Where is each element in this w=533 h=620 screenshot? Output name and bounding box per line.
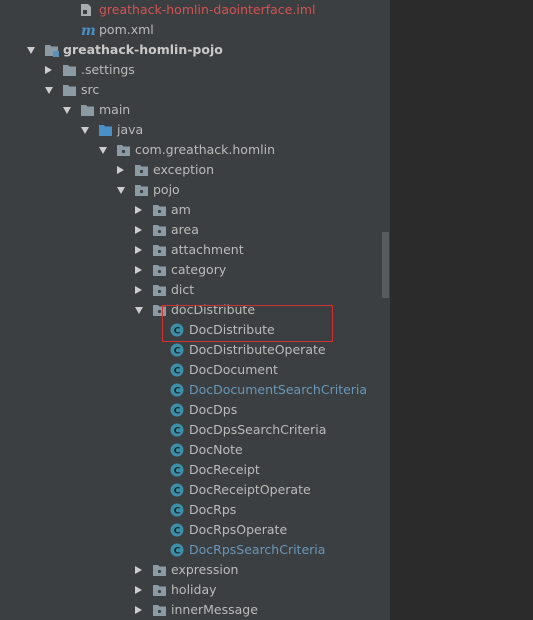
collapse-arrow-icon[interactable]: [135, 205, 142, 214]
tree-row-label: pojo: [153, 182, 180, 197]
svg-text:C: C: [174, 386, 181, 396]
editor-area: [390, 0, 533, 620]
ide-window: greathack-homlin-daointerface.iml m pom.xm…: [0, 0, 533, 620]
tree-row[interactable]: category: [0, 260, 380, 280]
svg-text:C: C: [174, 506, 181, 516]
tree-row-label: expression: [171, 562, 239, 577]
tree-row-label: greathack-homlin-pojo: [63, 42, 223, 57]
svg-text:C: C: [174, 486, 181, 496]
collapse-arrow-icon[interactable]: [135, 245, 142, 254]
tree-row-label: DocRpsOperate: [189, 522, 288, 537]
collapse-arrow-icon[interactable]: [45, 65, 52, 74]
tree-row[interactable]: src: [0, 80, 380, 100]
svg-text:C: C: [174, 546, 181, 556]
expand-arrow-icon[interactable]: [117, 187, 125, 194]
tree-row[interactable]: C DocDpsSearchCriteria: [0, 420, 380, 440]
expand-arrow-icon[interactable]: [45, 87, 53, 94]
expand-arrow-icon[interactable]: [81, 127, 89, 134]
svg-text:C: C: [174, 426, 181, 436]
svg-text:C: C: [174, 366, 181, 376]
tree-row[interactable]: m pom.xml: [0, 20, 380, 40]
svg-text:m: m: [81, 23, 96, 37]
tree-row[interactable]: .settings: [0, 60, 380, 80]
tree-row[interactable]: C DocDistributeOperate: [0, 340, 380, 360]
tree-row[interactable]: C DocReceipt: [0, 460, 380, 480]
tree-row[interactable]: exception: [0, 160, 380, 180]
tree-row-label: area: [171, 222, 199, 237]
tree-row[interactable]: attachment: [0, 240, 380, 260]
tree-row[interactable]: holiday: [0, 580, 380, 600]
tree-row-label: innerMessage: [171, 602, 258, 617]
tree-row[interactable]: am: [0, 200, 380, 220]
collapse-arrow-icon[interactable]: [135, 285, 142, 294]
collapse-arrow-icon[interactable]: [135, 605, 142, 614]
tree-row-label: .settings: [81, 62, 135, 77]
tree-row[interactable]: greathack-homlin-pojo: [0, 40, 380, 60]
tree-row[interactable]: C DocRpsOperate: [0, 520, 380, 540]
tree-row-label: java: [117, 122, 144, 137]
tree-row-label: DocRpsSearchCriteria: [189, 542, 326, 557]
tree-row-label: attachment: [171, 242, 244, 257]
tree-row[interactable]: C DocRps: [0, 500, 380, 520]
tree-row-label: DocRps: [189, 502, 237, 517]
tree-row[interactable]: java: [0, 120, 380, 140]
expand-arrow-icon[interactable]: [99, 147, 107, 154]
expand-arrow-icon[interactable]: [135, 307, 143, 314]
scrollbar-thumb[interactable]: [382, 232, 389, 298]
highlight-annotation: [162, 305, 333, 342]
tree-row-label: exception: [153, 162, 215, 177]
tree-row[interactable]: greathack-homlin-daointerface.iml: [0, 0, 380, 20]
tree-row-label: main: [99, 102, 131, 117]
tree-row[interactable]: pojo: [0, 180, 380, 200]
expand-arrow-icon[interactable]: [27, 47, 35, 54]
collapse-arrow-icon[interactable]: [117, 165, 124, 174]
svg-text:C: C: [174, 406, 181, 416]
tree-row[interactable]: area: [0, 220, 380, 240]
tree-row[interactable]: expression: [0, 560, 380, 580]
tree-row-label: DocReceipt: [189, 462, 260, 477]
tree-row[interactable]: com.greathack.homlin: [0, 140, 380, 160]
tree-row-label: DocDocumentSearchCriteria: [189, 382, 368, 397]
tree-row[interactable]: innerMessage: [0, 600, 380, 620]
collapse-arrow-icon[interactable]: [135, 265, 142, 274]
tree-row[interactable]: C DocDocument: [0, 360, 380, 380]
tree-row-label: src: [81, 82, 100, 97]
tree-row-label: DocDistributeOperate: [189, 342, 326, 357]
expand-arrow-icon[interactable]: [63, 107, 71, 114]
tree-row-label: com.greathack.homlin: [135, 142, 276, 157]
tree-row[interactable]: dict: [0, 280, 380, 300]
tree-row-label: dict: [171, 282, 195, 297]
tree-row-label: greathack-homlin-daointerface.iml: [99, 2, 316, 17]
tree-row-label: DocDps: [189, 402, 238, 417]
tree-row-label: holiday: [171, 582, 217, 597]
tree-row[interactable]: C DocNote: [0, 440, 380, 460]
tree-row-label: DocReceiptOperate: [189, 482, 311, 497]
tree-row-label: DocDpsSearchCriteria: [189, 422, 327, 437]
svg-text:C: C: [174, 446, 181, 456]
collapse-arrow-icon[interactable]: [135, 565, 142, 574]
svg-text:C: C: [174, 466, 181, 476]
scrollbar-track[interactable]: [380, 0, 390, 620]
tree-row-label: pom.xml: [99, 22, 154, 37]
tree-row[interactable]: C DocRpsSearchCriteria: [0, 540, 380, 560]
collapse-arrow-icon[interactable]: [135, 585, 142, 594]
tree-row-label: am: [171, 202, 191, 217]
collapse-arrow-icon[interactable]: [135, 225, 142, 234]
svg-text:C: C: [174, 526, 181, 536]
tree-row[interactable]: C DocDocumentSearchCriteria: [0, 380, 380, 400]
tree-row[interactable]: C DocReceiptOperate: [0, 480, 380, 500]
svg-text:C: C: [174, 346, 181, 356]
tree-row-label: category: [171, 262, 227, 277]
tree-row-label: DocNote: [189, 442, 243, 457]
tree-row-label: DocDocument: [189, 362, 278, 377]
tree-row[interactable]: C DocDps: [0, 400, 380, 420]
package-icon: [152, 603, 167, 620]
tree-row[interactable]: main: [0, 100, 380, 120]
